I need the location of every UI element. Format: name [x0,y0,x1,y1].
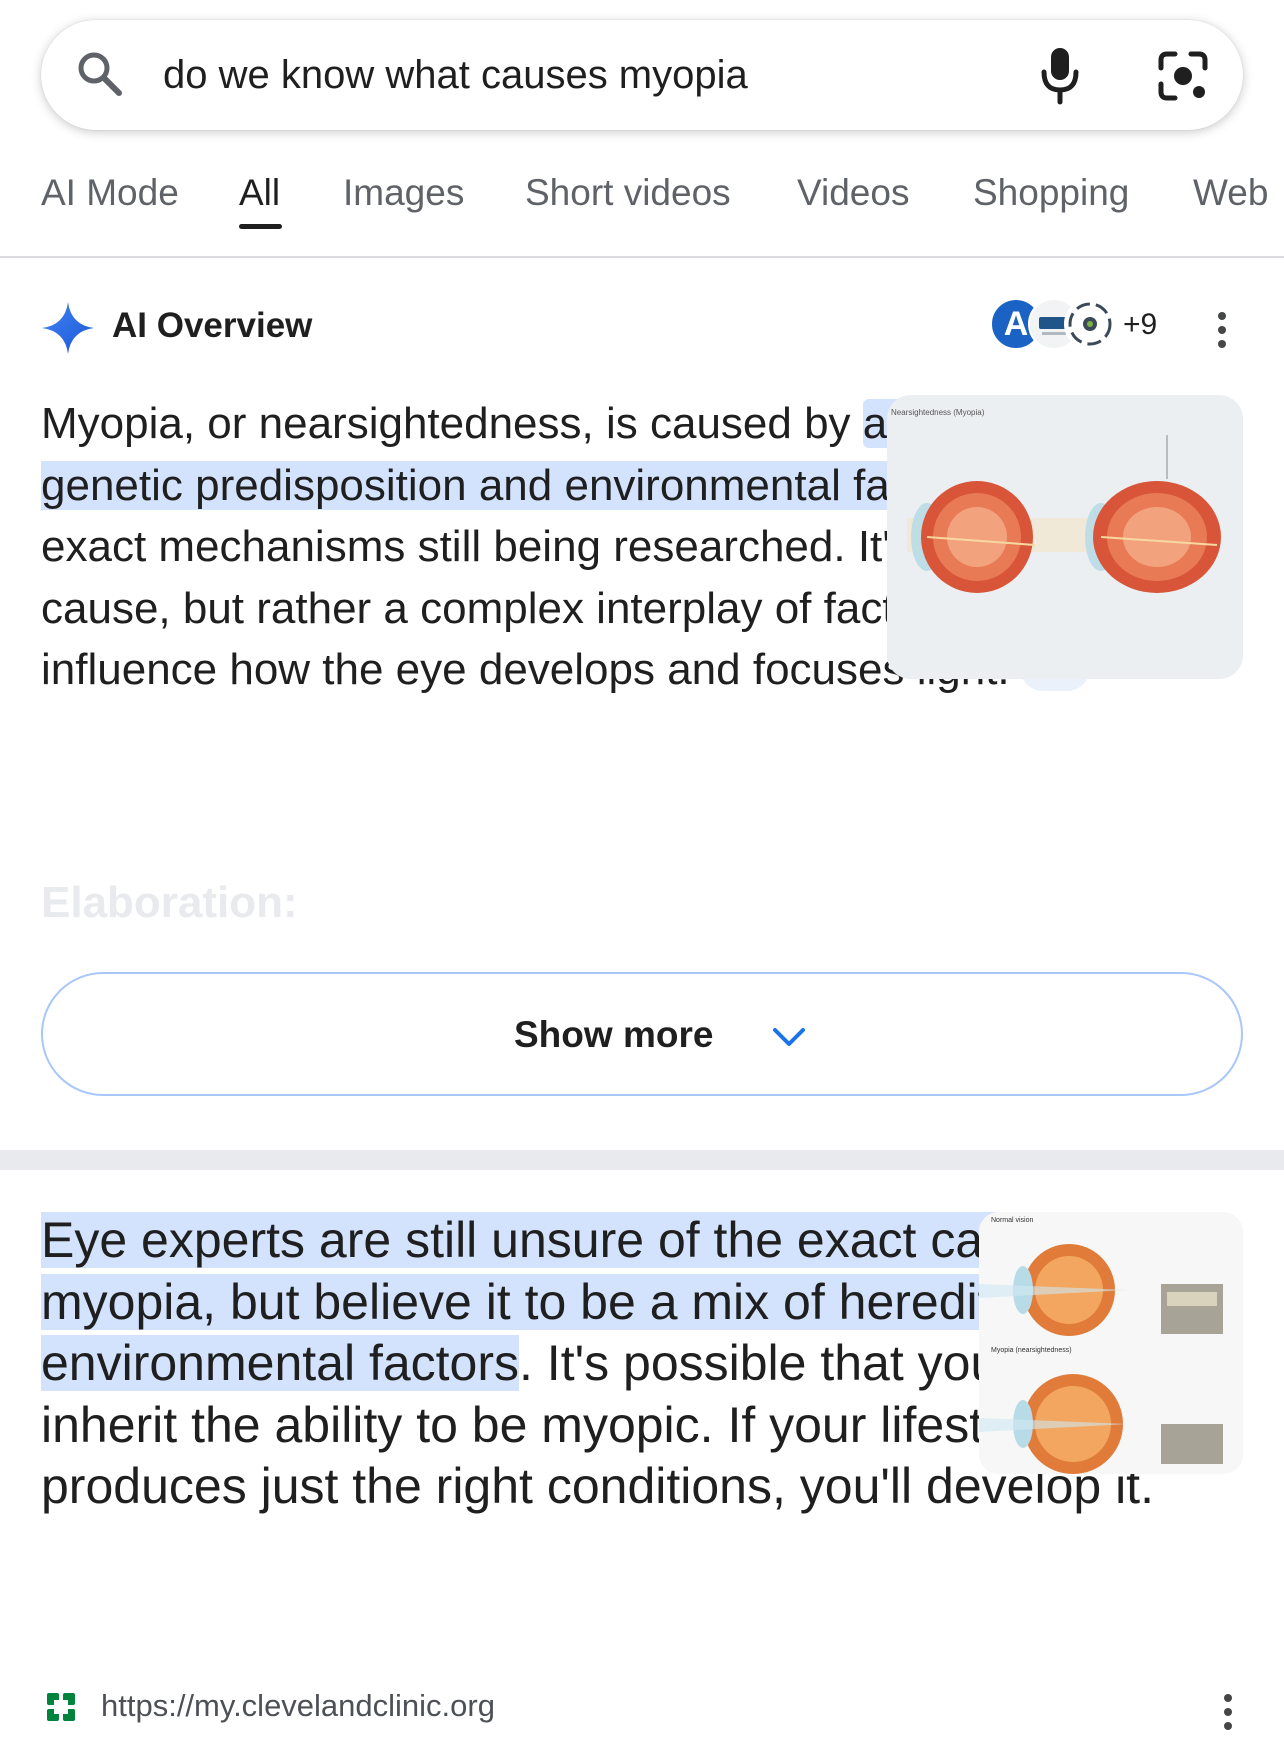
search-bar-area: do we know what causes myopia [0,0,1284,148]
eye-logo-icon [1064,298,1116,350]
source-site-row[interactable]: https://my.clevelandclinic.org [0,1676,1284,1736]
ai-overview-title: AI Overview [112,306,313,345]
myopia-diagram-image[interactable]: Nearsightedness (Myopia) [887,395,1243,679]
section-divider [0,1150,1284,1170]
source-url[interactable]: https://my.clevelandclinic.org [101,1688,495,1724]
search-tabs: AI Mode All Images Short videos Videos S… [0,160,1284,258]
show-more-label: Show more [514,1014,714,1055]
show-more-button[interactable]: Show more [41,972,1243,1096]
ai-overview-header: AI Overview A +9 [0,290,1284,360]
tab-images[interactable]: Images [343,170,464,216]
image-label-myopia: Myopia (nearsightedness) [991,1347,1072,1354]
summary-text: Myopia, or nearsightedness, is caused by [41,399,863,448]
elaboration-heading: Elaboration: [41,878,298,927]
eye-vision-diagram-image[interactable]: Normal vision Myopia (nearsightedness) [979,1212,1243,1474]
more-sources-count[interactable]: +9 [1123,308,1157,342]
active-tab-indicator [239,224,282,229]
tab-all[interactable]: All [239,170,280,216]
tab-shopping[interactable]: Shopping [973,170,1129,216]
source-avatars[interactable]: A [990,298,1120,354]
tab-short-videos[interactable]: Short videos [525,170,731,216]
image-caption: Nearsightedness (Myopia) [891,408,985,417]
tab-web[interactable]: Web [1193,170,1268,216]
chevron-down-icon [773,1028,805,1046]
tab-ai-mode[interactable]: AI Mode [41,170,179,216]
microphone-icon[interactable] [1036,46,1084,106]
search-icon[interactable] [74,48,126,100]
image-label-normal: Normal vision [991,1217,1034,1224]
more-options-icon[interactable] [1217,312,1227,352]
cleveland-clinic-favicon-icon [47,1693,75,1721]
lens-camera-icon[interactable] [1155,48,1211,104]
search-input[interactable]: do we know what causes myopia [163,50,748,100]
result-options-icon[interactable] [1223,1694,1233,1734]
tab-videos[interactable]: Videos [797,170,909,216]
sparkle-icon [42,302,94,354]
